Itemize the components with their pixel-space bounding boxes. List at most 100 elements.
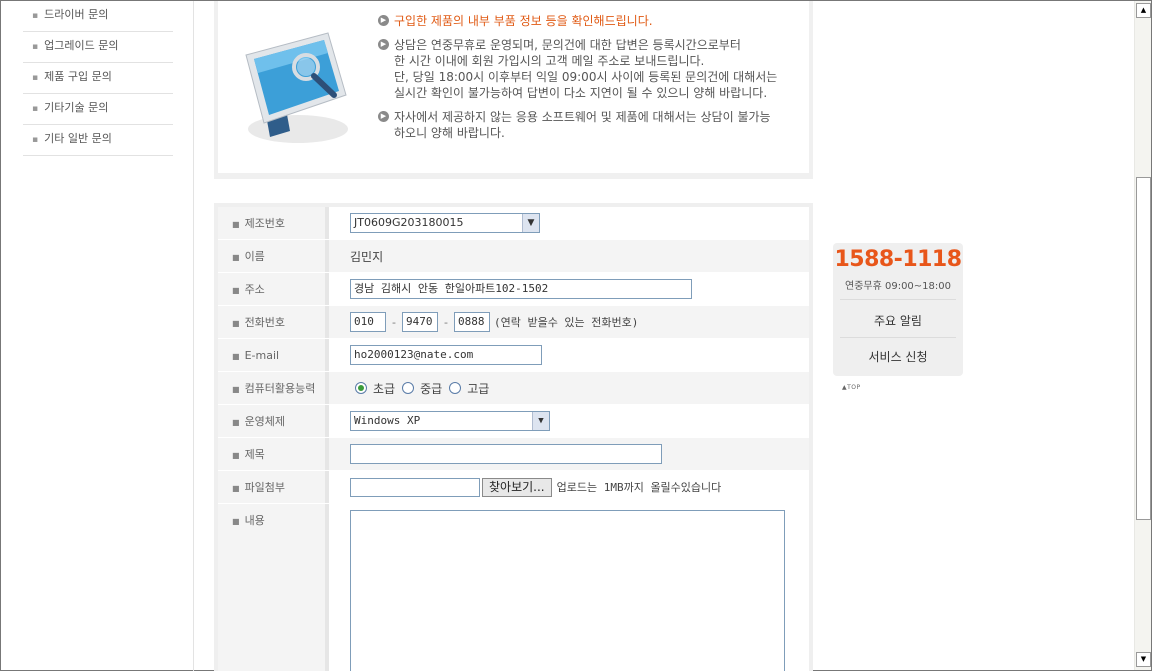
service-request-link[interactable]: 서비스 신청 — [833, 348, 963, 365]
browse-button[interactable]: 찾아보기... — [482, 477, 552, 497]
field-label: ■ 제목 — [218, 438, 329, 470]
phone-separator: - — [443, 315, 448, 329]
content-textarea[interactable] — [350, 510, 785, 671]
notice-item: ▶ 자사에서 제공하지 않는 응용 소프트웨어 및 제품에 대해서는 상담이 불… — [378, 109, 798, 141]
scrollbar-thumb[interactable] — [1136, 177, 1151, 520]
sidebar: ▪ 드라이버 문의 ▪ 업그레이드 문의 ▪ 제품 구입 문의 ▪ 기타기술 문의 ▪ 기… — [1, 1, 194, 671]
notice-line: 구입한 제품의 내부 부품 정보 등을 확인해드립니다. — [394, 14, 653, 28]
form-row-skill: ■ 컴퓨터활용능력 초급 중급 고급 — [218, 372, 809, 405]
scroll-down-icon[interactable]: ▼ — [1136, 652, 1151, 667]
bullet-icon: ■ — [232, 286, 240, 295]
radio-label: 중급 — [420, 381, 443, 396]
divider — [840, 337, 956, 338]
field-label-text: 주소 — [244, 283, 265, 296]
sidebar-item-purchase[interactable]: ▪ 제품 구입 문의 — [23, 63, 173, 94]
address-input[interactable]: 경남 김해시 안동 한일아파트102-1502 — [350, 279, 692, 299]
sidebar-item-upgrade[interactable]: ▪ 업그레이드 문의 — [23, 32, 173, 63]
customer-service-box: 1588-1118 연중무휴 09:00~18:00 주요 알림 서비스 신청 — [833, 243, 963, 376]
bullet-icon: ■ — [232, 220, 240, 229]
form-row-serial: ■ 제조번호 JT0609G203180015 ▼ — [218, 207, 809, 240]
notice-line: 상담은 연중무휴로 운영되며, 문의건에 대한 답변은 등록시간으로부터 — [394, 38, 741, 52]
field-label-text: 이름 — [244, 250, 265, 263]
form-row-subject: ■ 제목 — [218, 438, 809, 471]
form-row-email: ■ E-mail ho2000123@nate.com — [218, 339, 809, 372]
vertical-scrollbar[interactable]: ▲ ▼ — [1134, 1, 1151, 670]
bullet-icon: ▪ — [32, 11, 39, 21]
arrow-right-icon: ▶ — [378, 111, 389, 122]
field-label-text: 운영체제 — [244, 415, 286, 428]
field-value: 010 - 9470 - 0888 (연락 받을수 있는 전화번호) — [329, 306, 809, 338]
chevron-down-icon[interactable]: ▼ — [522, 214, 539, 232]
chevron-down-icon[interactable]: ▼ — [532, 412, 549, 430]
field-value: 김민지 — [329, 240, 809, 272]
field-value: 초급 중급 고급 — [329, 372, 809, 404]
field-value: 경남 김해시 안동 한일아파트102-1502 — [329, 273, 809, 305]
phone-input-3[interactable]: 0888 — [453, 312, 490, 332]
radio-label: 초급 — [373, 381, 396, 396]
sidebar-item-label: 제품 구입 문의 — [44, 70, 112, 83]
sidebar-item-label: 드라이버 문의 — [44, 8, 109, 21]
field-label: ■ 운영체제 — [218, 405, 329, 437]
file-note: 업로드는 1MB까지 올릴수있습니다 — [556, 481, 722, 494]
field-label: ■ 컴퓨터활용능력 — [218, 372, 329, 404]
cs-hours: 연중무휴 09:00~18:00 — [845, 281, 951, 292]
field-value: Windows XP ▼ — [329, 405, 809, 437]
phone-note: (연락 받을수 있는 전화번호) — [493, 316, 639, 329]
notice-box: ▶ 구입한 제품의 내부 부품 정보 등을 확인해드립니다. ▶ 상담은 연중무… — [214, 1, 813, 179]
form-row-name: ■ 이름 김민지 — [218, 240, 809, 273]
field-value — [329, 504, 809, 671]
sidebar-item-driver[interactable]: ▪ 드라이버 문의 — [23, 1, 173, 32]
inquiry-form: ■ 제조번호 JT0609G203180015 ▼ ■ 이름 김민지 ■ 주소 경남 … — [214, 203, 813, 671]
arrow-right-icon: ▶ — [378, 15, 389, 26]
field-label: ■ 제조번호 — [218, 207, 329, 239]
bullet-icon: ■ — [232, 319, 240, 328]
sidebar-item-general[interactable]: ▪ 기타 일반 문의 — [23, 125, 173, 156]
notice-list: ▶ 구입한 제품의 내부 부품 정보 등을 확인해드립니다. ▶ 상담은 연중무… — [378, 13, 798, 149]
field-value — [329, 438, 809, 470]
notice-line: 한 시간 이내에 회원 가입시의 고객 메일 주소로 보내드립니다. — [394, 54, 705, 68]
notice-line: 실시간 확인이 불가능하여 답변이 다소 지연이 될 수 있으니 양해 바랍니다… — [394, 86, 768, 100]
sidebar-item-label: 업그레이드 문의 — [44, 39, 119, 52]
field-value: JT0609G203180015 ▼ — [329, 207, 809, 239]
file-path-input[interactable] — [350, 477, 480, 497]
bullet-icon: ■ — [232, 418, 240, 427]
notice-item: ▶ 상담은 연중무휴로 운영되며, 문의건에 대한 답변은 등록시간으로부터 한… — [378, 37, 798, 101]
sidebar-menu: ▪ 드라이버 문의 ▪ 업그레이드 문의 ▪ 제품 구입 문의 ▪ 기타기술 문의 ▪ 기… — [23, 1, 173, 156]
sidebar-item-label: 기타기술 문의 — [44, 101, 109, 114]
radio-label: 고급 — [467, 381, 490, 396]
sidebar-item-tech[interactable]: ▪ 기타기술 문의 — [23, 94, 173, 125]
serial-select[interactable]: JT0609G203180015 ▼ — [350, 213, 540, 233]
top-link[interactable]: ▲TOP — [842, 384, 861, 391]
field-label: ■ 주소 — [218, 273, 329, 305]
name-value: 김민지 — [350, 249, 384, 264]
field-label-text: 내용 — [244, 514, 265, 527]
phone-input-1[interactable]: 010 — [350, 312, 386, 332]
field-label-text: 파일첨부 — [244, 481, 286, 494]
divider — [840, 299, 956, 300]
subject-input[interactable] — [350, 444, 662, 464]
bullet-icon: ▪ — [32, 135, 39, 145]
field-label: ■ 전화번호 — [218, 306, 329, 338]
field-label-text: E-mail — [244, 349, 280, 362]
notice-item: ▶ 구입한 제품의 내부 부품 정보 등을 확인해드립니다. — [378, 13, 798, 29]
bullet-icon: ■ — [232, 253, 240, 262]
notice-link[interactable]: 주요 알림 — [833, 312, 963, 329]
notice-line: 하오니 양해 바랍니다. — [394, 126, 505, 140]
skill-radio-beginner[interactable] — [355, 382, 367, 394]
bullet-icon: ▪ — [32, 42, 39, 52]
bullet-icon: ▪ — [32, 73, 39, 83]
phone-input-2[interactable]: 9470 — [401, 312, 438, 332]
cs-phone-number: 1588-1118 — [834, 247, 962, 272]
monitor-magnifier-icon — [245, 32, 348, 143]
email-input[interactable]: ho2000123@nate.com — [350, 345, 542, 365]
form-row-file: ■ 파일첨부 찾아보기... 업로드는 1MB까지 올릴수있습니다 — [218, 471, 809, 504]
skill-radio-advanced[interactable] — [449, 382, 462, 394]
scroll-up-icon[interactable]: ▲ — [1136, 3, 1151, 18]
field-label: ■ 내용 — [218, 504, 329, 671]
field-label: ■ 이름 — [218, 240, 329, 272]
skill-radio-intermediate[interactable] — [402, 382, 415, 394]
field-label-text: 컴퓨터활용능력 — [244, 382, 316, 395]
bullet-icon: ▪ — [32, 104, 39, 114]
field-label-text: 전화번호 — [244, 316, 286, 329]
os-select[interactable]: Windows XP ▼ — [350, 411, 550, 431]
